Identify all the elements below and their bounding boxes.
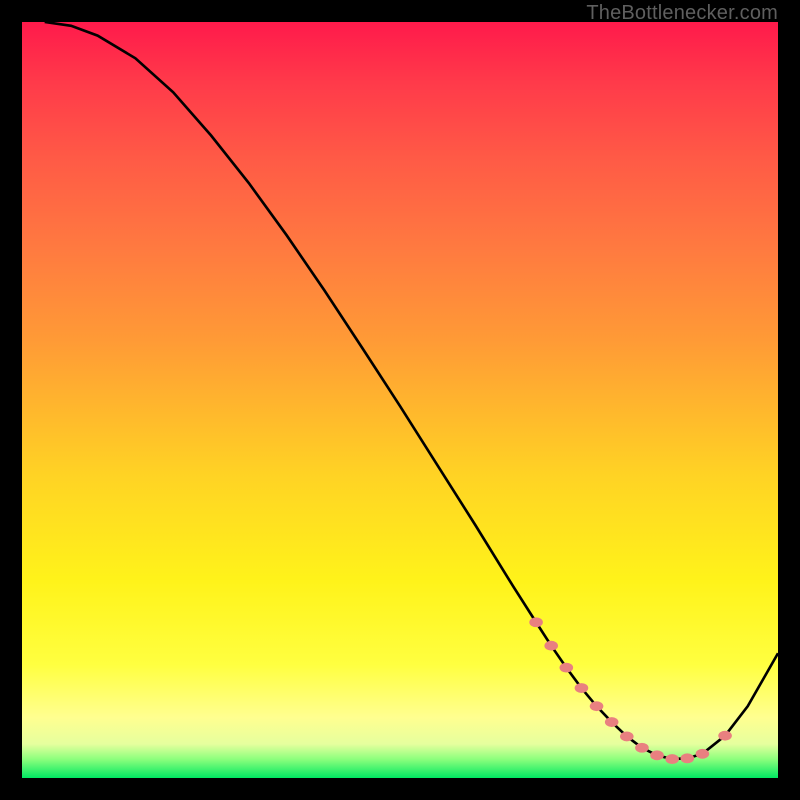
plot-area: [22, 22, 778, 778]
gradient-background: [22, 22, 778, 778]
chart-frame: TheBottlenecker.com: [0, 0, 800, 800]
